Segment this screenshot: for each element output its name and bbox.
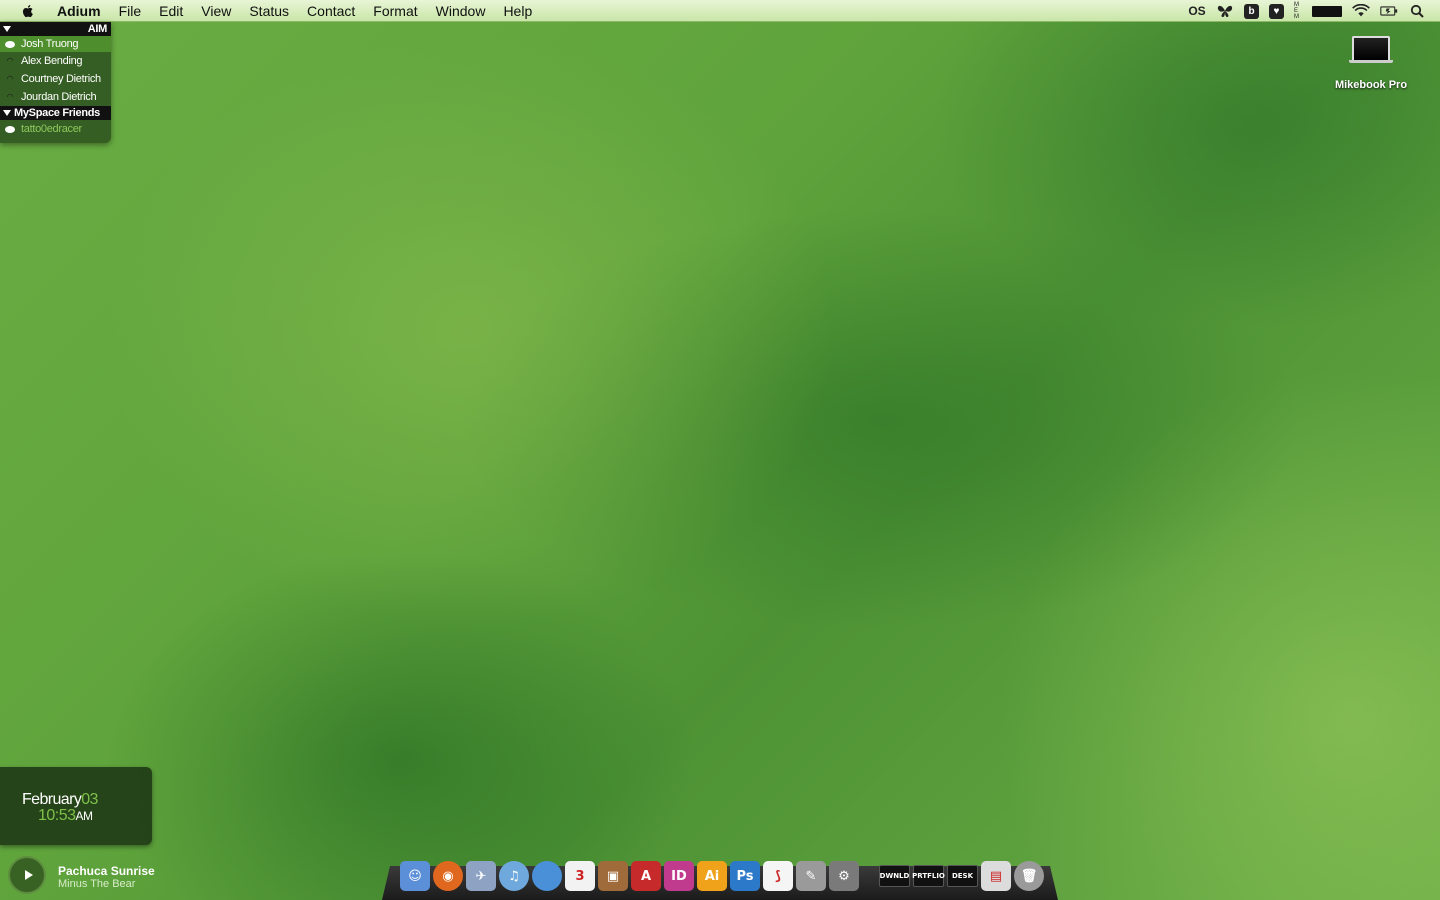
disclosure-triangle-icon[interactable] <box>3 110 11 116</box>
dock-ichat-icon[interactable] <box>532 861 562 891</box>
buddy-alex-bending[interactable]: ◠ Alex Bending <box>0 52 111 70</box>
buddy-name: Courtney Dietrich <box>21 73 101 85</box>
menu-bar: Adium File Edit View Status Contact Form… <box>0 0 1440 22</box>
menu-format[interactable]: Format <box>364 0 426 22</box>
clock-widget: February03 10:53AM <box>0 767 152 845</box>
clock-month: February <box>22 791 82 808</box>
track-title: Pachuca Sunrise <box>58 864 155 878</box>
group-header-aim[interactable]: AIM <box>0 22 111 36</box>
laptop-icon <box>1352 36 1390 60</box>
dock-mail-icon[interactable]: ✈ <box>466 861 496 891</box>
clock-day: 03 <box>81 791 98 808</box>
menu-edit[interactable]: Edit <box>150 0 192 22</box>
dock-adium-icon[interactable]: ✎ <box>796 861 826 891</box>
box-b-icon[interactable]: b <box>1244 3 1259 19</box>
now-playing-widget: Pachuca Sunrise Minus The Bear <box>0 848 240 900</box>
menu-status[interactable]: Status <box>240 0 298 22</box>
idle-bubble-icon <box>4 124 16 134</box>
dock-firefox-icon[interactable]: ◉ <box>433 861 463 891</box>
dock-icons: ☺ ◉ ✈ ♫ 3 ▣ A ID Ai Ps ⟆ ✎ ⚙ DWNLD PRTFLIO DESK ▤ 🗑 <box>400 855 1044 891</box>
menu-app-adium[interactable]: Adium <box>48 0 110 22</box>
apple-menu-icon[interactable] <box>20 3 36 19</box>
spotlight-icon[interactable] <box>1408 3 1426 19</box>
buddy-josh-truong[interactable]: Josh Truong <box>0 36 111 52</box>
mobile-signal-icon: ◠ <box>6 56 14 65</box>
black-bar-icon[interactable] <box>1312 5 1342 17</box>
mobile-signal-icon: ◠ <box>6 74 14 83</box>
buddy-name: Jourdan Dietrich <box>21 91 97 103</box>
butterfly-icon[interactable] <box>1216 3 1234 19</box>
play-icon <box>24 870 33 880</box>
buddy-jourdan-dietrich[interactable]: ◠ Jourdan Dietrich <box>0 88 111 106</box>
dock-stack-dwnld[interactable]: DWNLD <box>879 865 910 887</box>
group-name: MySpace Friends <box>14 107 100 119</box>
dock-trash-icon[interactable]: 🗑 <box>1014 861 1044 891</box>
dock-stack-prtflio[interactable]: PRTFLIO <box>912 865 945 887</box>
available-bubble-icon <box>4 39 16 49</box>
dock-system-preferences-icon[interactable]: ⚙ <box>829 861 859 891</box>
dock-adobe-icon[interactable]: A <box>631 861 661 891</box>
battery-icon[interactable] <box>1380 3 1398 19</box>
group-header-myspace-friends[interactable]: MySpace Friends <box>0 106 111 120</box>
clock-time: 10:53AM <box>38 807 93 825</box>
dock-photoshop-icon[interactable]: Ps <box>730 861 760 891</box>
buddy-tatto0edracer[interactable]: tatto0edracer <box>0 120 111 138</box>
lastfm-icon[interactable]: OS <box>1188 3 1206 19</box>
desktop-drive-mikebook-pro[interactable]: Mikebook Pro <box>1326 36 1416 91</box>
clock-time-value: 10:53 <box>38 807 76 824</box>
dock-stack-desk[interactable]: DESK <box>947 865 978 887</box>
buddy-name: Josh Truong <box>21 38 79 50</box>
buddy-name: tatto0edracer <box>21 123 82 135</box>
disclosure-triangle-icon[interactable] <box>3 26 11 32</box>
menu-window[interactable]: Window <box>427 0 495 22</box>
dock-iphoto-icon[interactable]: ▣ <box>598 861 628 891</box>
menu-view[interactable]: View <box>192 0 240 22</box>
dock-itunes-icon[interactable]: ♫ <box>499 861 529 891</box>
menu-file[interactable]: File <box>110 0 151 22</box>
dock-acrobat-icon[interactable]: ⟆ <box>763 861 793 891</box>
menu-contact[interactable]: Contact <box>298 0 364 22</box>
track-artist: Minus The Bear <box>58 878 136 890</box>
menu-help[interactable]: Help <box>494 0 541 22</box>
buddy-list-window: AIM Josh Truong ◠ Alex Bending ◠ Courtne… <box>0 22 111 143</box>
menu-extras: OS b ♥ M E M <box>1188 0 1426 22</box>
buddy-name: Alex Bending <box>21 55 83 67</box>
dock-indesign-icon[interactable]: ID <box>664 861 694 891</box>
dock-ical-icon[interactable]: 3 <box>565 861 595 891</box>
drive-label: Mikebook Pro <box>1334 79 1408 91</box>
dock-preview-icon[interactable]: ▤ <box>981 861 1011 891</box>
dock-finder-icon[interactable]: ☺ <box>400 861 430 891</box>
stack-text: M E M <box>1294 2 1299 20</box>
heart-icon[interactable]: ♥ <box>1269 3 1284 19</box>
play-button[interactable] <box>8 856 46 894</box>
buddy-courtney-dietrich[interactable]: ◠ Courtney Dietrich <box>0 70 111 88</box>
clock-ampm: AM <box>75 809 94 823</box>
group-name: AIM <box>87 23 108 35</box>
wifi-icon[interactable] <box>1352 3 1370 19</box>
mobile-signal-icon: ◠ <box>6 92 14 101</box>
dock-illustrator-icon[interactable]: Ai <box>697 861 727 891</box>
